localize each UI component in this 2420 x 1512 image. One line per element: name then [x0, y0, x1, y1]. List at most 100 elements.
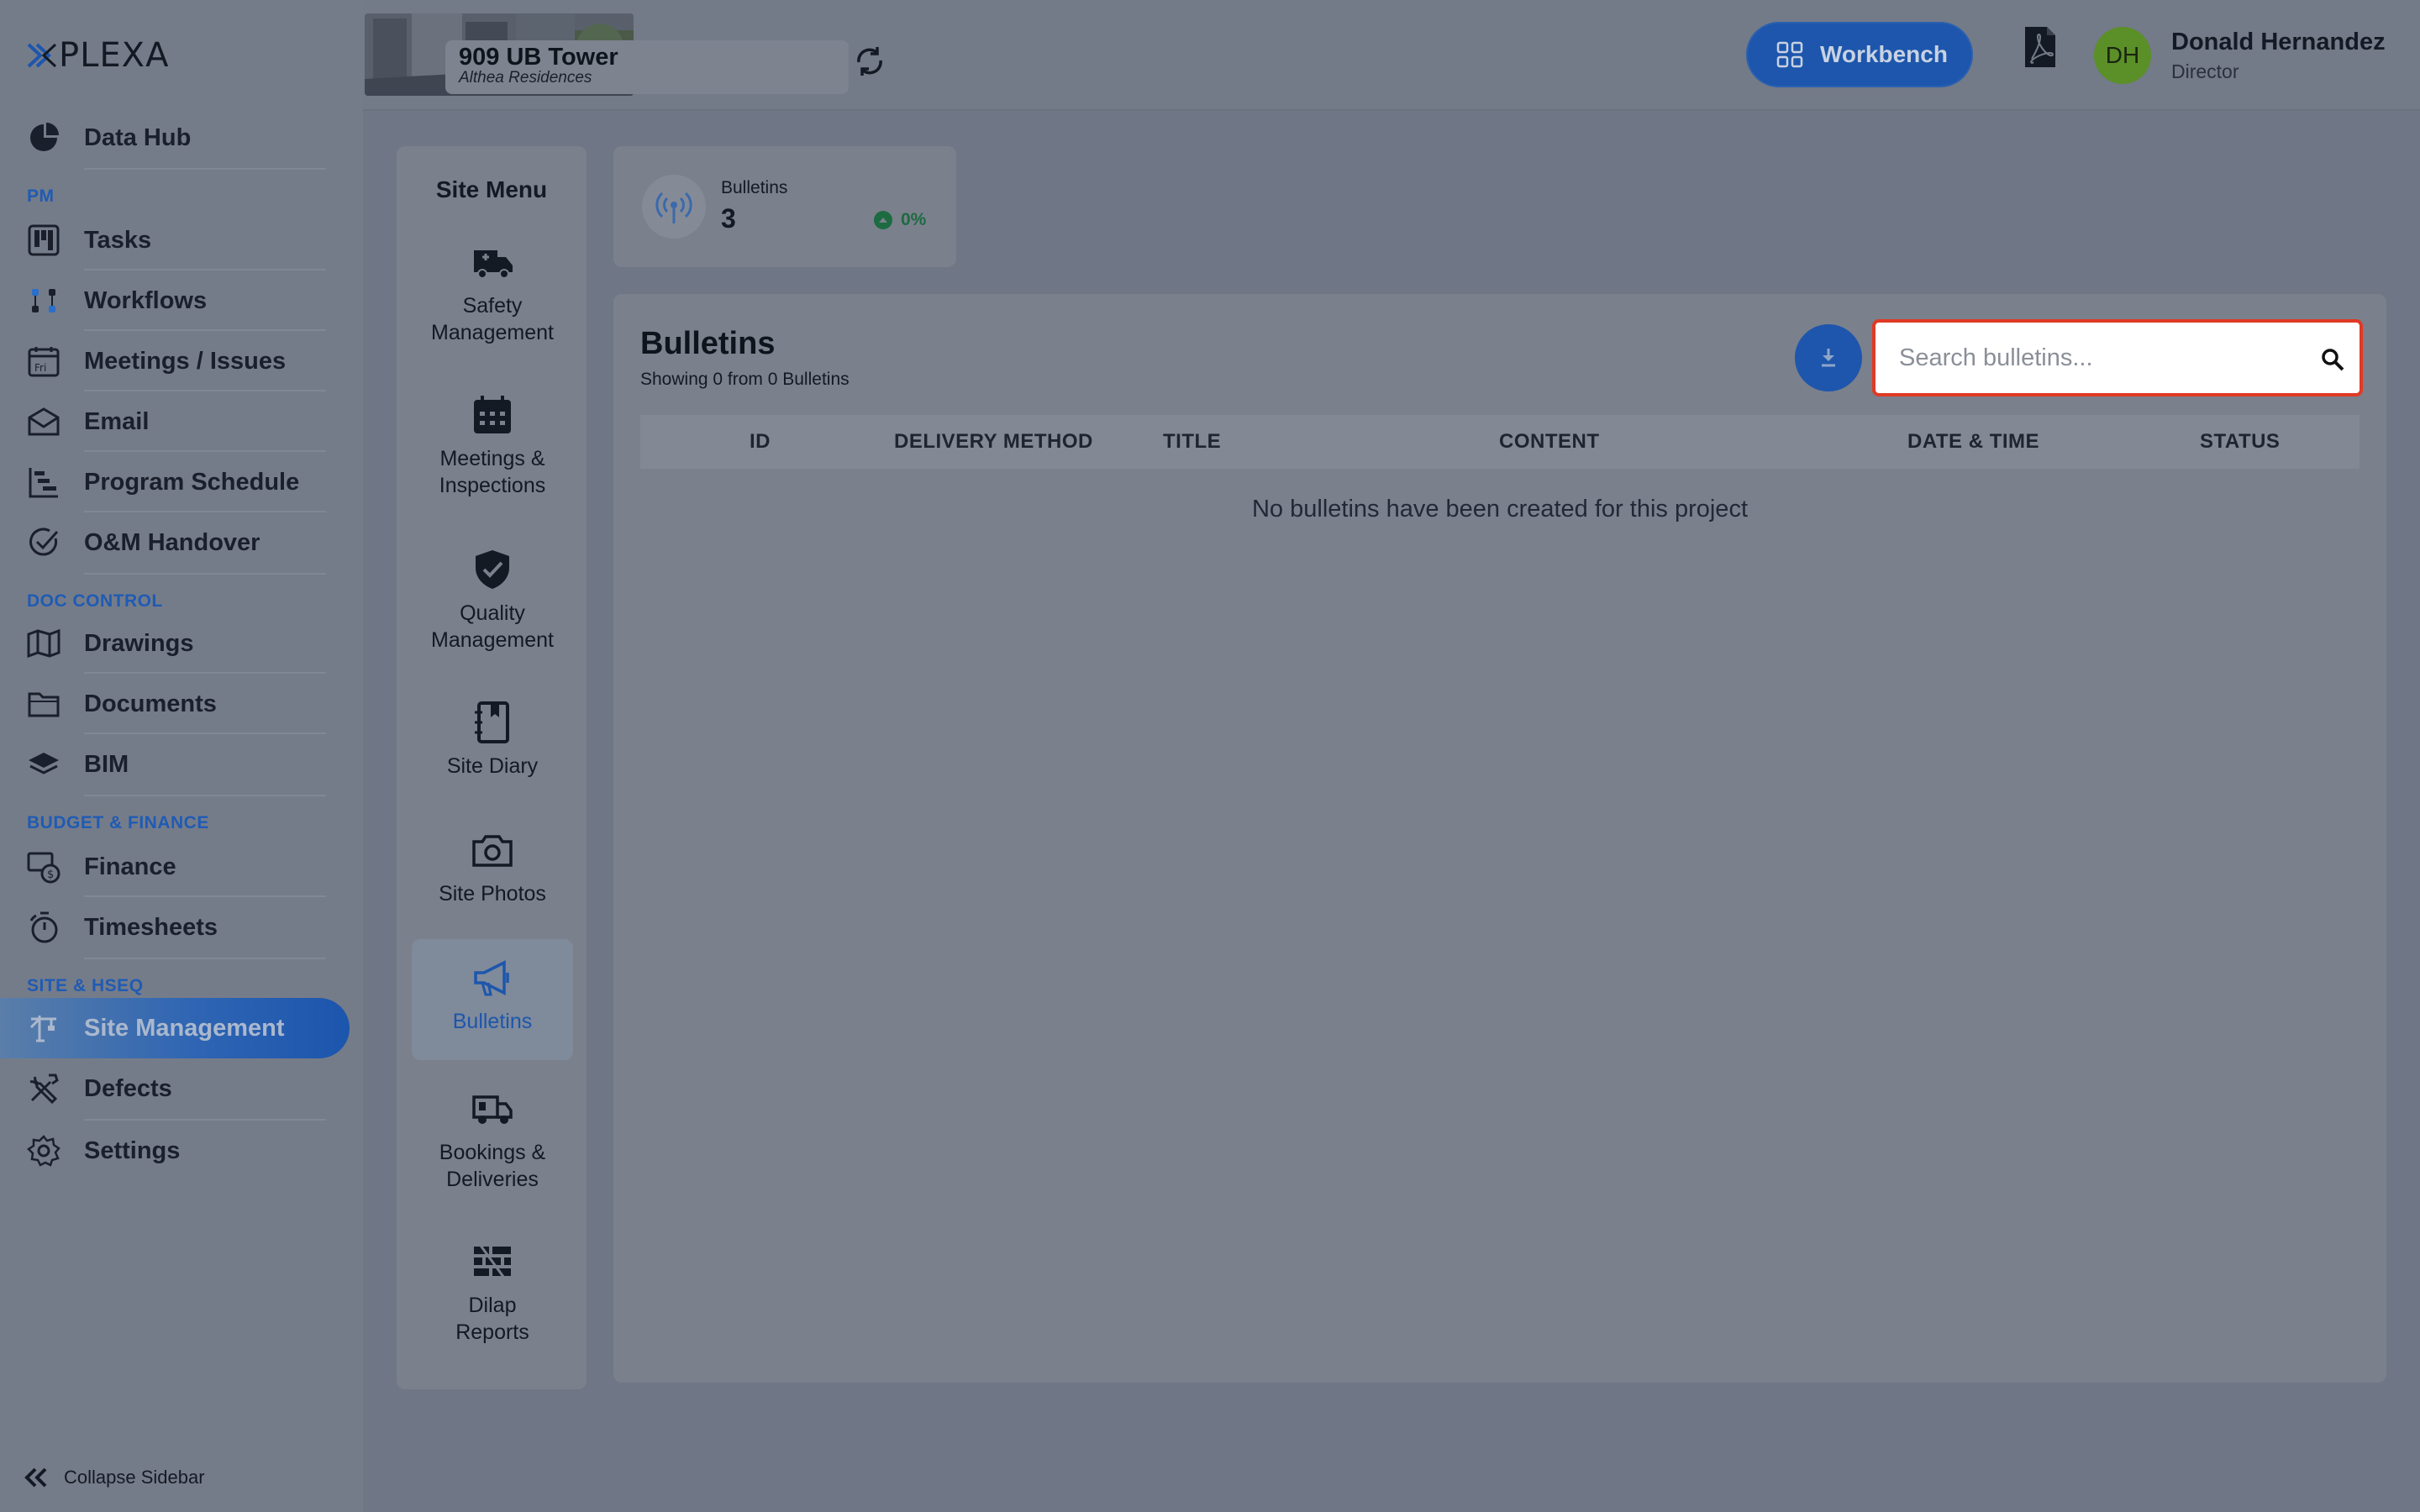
workflow-icon — [25, 282, 62, 319]
user-role: Director — [2171, 60, 2239, 82]
logo-mark-icon — [27, 43, 57, 68]
pie-chart-icon — [25, 119, 62, 156]
site-menu-bookings-deliveries[interactable]: Bookings & Deliveries — [412, 1087, 573, 1193]
nav-settings[interactable]: Settings — [0, 1126, 328, 1176]
crane-icon — [25, 1010, 62, 1047]
layers-icon — [25, 746, 62, 783]
search-input[interactable] — [1899, 339, 2302, 376]
divider — [84, 672, 326, 674]
calendar-icon: Fri — [25, 343, 62, 380]
nav-label: Site Management — [84, 1014, 285, 1042]
nav-drawings[interactable]: Drawings — [0, 618, 328, 669]
project-subtitle: Althea Residences — [459, 69, 592, 87]
column-header-status[interactable]: STATUS — [2200, 430, 2280, 454]
sync-icon[interactable] — [852, 44, 887, 79]
column-header-content[interactable]: CONTENT — [1499, 430, 1600, 454]
site-menu-meetings-inspections[interactable]: Meetings & Inspections — [412, 393, 573, 499]
site-menu-label: Quality Management — [431, 601, 554, 652]
nav-email[interactable]: Email — [0, 396, 328, 447]
divider — [84, 329, 326, 331]
nav-documents[interactable]: Documents — [0, 679, 328, 729]
divider — [84, 269, 326, 270]
divider — [84, 895, 326, 897]
nav-site-management[interactable]: Site Management — [0, 998, 350, 1058]
stat-value: 3 — [721, 203, 736, 234]
site-menu-label: Bookings & Deliveries — [439, 1141, 546, 1191]
divider — [84, 450, 326, 452]
column-header-id[interactable]: ID — [750, 430, 771, 454]
nav-finance[interactable]: $ Finance — [0, 842, 328, 892]
site-menu-label: Meetings & Inspections — [439, 447, 546, 497]
nav-label: Drawings — [84, 629, 194, 657]
search-icon[interactable] — [2319, 346, 2346, 373]
bricks-icon — [474, 1242, 511, 1281]
divider — [84, 168, 326, 170]
site-menu-label: Site Diary — [446, 754, 539, 778]
nav-label: Documents — [84, 690, 217, 717]
gantt-icon — [25, 464, 62, 501]
diary-icon — [475, 701, 509, 743]
divider — [84, 795, 326, 796]
stat-change: 0% — [874, 210, 926, 230]
logo[interactable]: PLEXA — [27, 36, 170, 75]
column-header-date-time[interactable]: DATE & TIME — [1907, 430, 2039, 454]
nav-om-handover[interactable]: O&M Handover — [0, 517, 328, 568]
finance-icon: $ — [25, 848, 62, 885]
nav-program-schedule[interactable]: Program Schedule — [0, 457, 328, 507]
download-button[interactable] — [1795, 324, 1862, 391]
nav-timesheets[interactable]: Timesheets — [0, 902, 328, 953]
page-title: Bulletins — [640, 326, 776, 361]
nav-label: Program Schedule — [84, 468, 300, 496]
collapse-label: Collapse Sidebar — [64, 1467, 205, 1488]
project-name: 909 UB Tower — [459, 44, 618, 71]
download-icon — [1822, 349, 1835, 367]
divider — [84, 511, 326, 512]
section-doc-control: DOC CONTROL — [27, 591, 163, 611]
gear-icon — [25, 1132, 62, 1169]
avatar[interactable]: DH — [2094, 27, 2151, 84]
stat-label: Bulletins — [721, 178, 788, 197]
column-header-title[interactable]: TITLE — [1163, 430, 1221, 454]
user-name[interactable]: Donald Hernandez — [2171, 29, 2386, 56]
nav-workflows[interactable]: Workflows — [0, 276, 328, 326]
nav-bim[interactable]: BIM — [0, 739, 328, 790]
divider — [84, 1119, 326, 1121]
site-menu-safety-management[interactable]: Safety Management — [412, 240, 573, 346]
site-menu-quality-management[interactable]: Quality Management — [412, 548, 573, 654]
nav-meetings-issues[interactable]: Fri Meetings / Issues — [0, 336, 328, 386]
check-circle-icon — [25, 524, 62, 561]
sidebar: PLEXA Data Hub PM Tasks Workflows Fri Me… — [0, 0, 363, 1512]
logo-text: PLEXA — [59, 36, 170, 75]
nav-tasks[interactable]: Tasks — [0, 215, 328, 265]
site-menu-dilap-reports[interactable]: Dilap Reports — [412, 1240, 573, 1346]
envelope-icon — [25, 403, 62, 440]
workbench-button[interactable]: Workbench — [1746, 22, 1973, 87]
nav-label: Data Hub — [84, 123, 192, 151]
grid-icon — [1776, 41, 1803, 68]
nav-label: BIM — [84, 750, 129, 778]
nav-label: Tasks — [84, 226, 152, 254]
avatar-initials: DH — [2105, 42, 2140, 68]
nav-data-hub[interactable]: Data Hub — [0, 113, 328, 163]
site-menu-bulletins[interactable]: Bulletins — [412, 939, 573, 1060]
divider — [84, 958, 326, 959]
double-chevron-left-icon — [24, 1467, 47, 1488]
nav-label: Timesheets — [84, 913, 218, 941]
site-menu-site-diary[interactable]: Site Diary — [412, 701, 573, 780]
pdf-icon[interactable] — [2023, 25, 2057, 69]
site-menu-site-photos[interactable]: Site Photos — [412, 828, 573, 907]
collapse-sidebar-button[interactable]: Collapse Sidebar — [24, 1467, 205, 1488]
svg-text:$: $ — [47, 869, 54, 881]
tools-icon — [25, 1070, 62, 1107]
arrow-up-icon — [874, 211, 892, 229]
results-count: Showing 0 from 0 Bulletins — [640, 370, 850, 389]
column-header-delivery-method[interactable]: DELIVERY METHOD — [894, 430, 1093, 454]
divider — [84, 390, 326, 391]
section-pm: PM — [27, 186, 55, 206]
nav-defects[interactable]: Defects — [0, 1063, 328, 1114]
ambulance-icon — [474, 250, 513, 279]
stopwatch-icon — [25, 909, 62, 946]
workbench-label: Workbench — [1820, 41, 1948, 67]
section-budget-finance: BUDGET & FINANCE — [27, 813, 209, 832]
site-menu-label: Bulletins — [452, 1010, 533, 1033]
